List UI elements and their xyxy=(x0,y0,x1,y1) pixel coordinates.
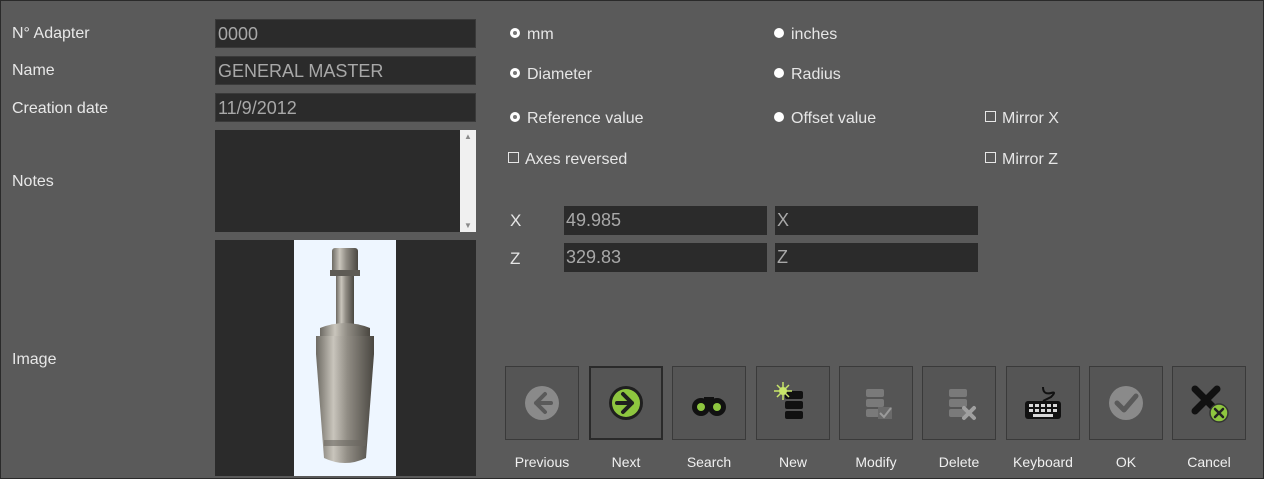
z-value-field[interactable]: 329.83 xyxy=(564,243,767,272)
delete-label: Delete xyxy=(938,454,980,470)
mirror-x-checkbox[interactable]: Mirror X xyxy=(985,110,1059,128)
name-label: Name xyxy=(12,62,55,79)
z-axis-label: Z xyxy=(510,249,521,268)
mirror-z-checkbox[interactable]: Mirror Z xyxy=(985,151,1058,169)
ok-button[interactable] xyxy=(1089,366,1163,440)
inches-label: inches xyxy=(791,26,838,43)
cancel-button[interactable] xyxy=(1172,366,1246,440)
radio-icon xyxy=(774,67,784,78)
adapter-label: N° Adapter xyxy=(12,25,90,42)
axes-reversed-label: Axes reversed xyxy=(525,151,628,168)
search-button[interactable] xyxy=(672,366,746,440)
scroll-up-icon[interactable]: ▲ xyxy=(464,132,472,141)
mm-label: mm xyxy=(527,26,554,43)
z-offset-field[interactable]: Z xyxy=(775,243,978,272)
keyboard-icon xyxy=(1025,386,1061,419)
x-offset-field[interactable]: X xyxy=(775,206,978,235)
image-panel[interactable] xyxy=(215,240,476,476)
next-button[interactable] xyxy=(589,366,663,440)
arrow-left-icon xyxy=(525,386,559,420)
radio-selected-icon xyxy=(510,111,520,122)
previous-label: Previous xyxy=(514,454,570,470)
new-label: New xyxy=(778,454,807,470)
offset-value-label: Offset value xyxy=(791,110,877,127)
notes-label: Notes xyxy=(12,173,54,190)
next-label: Next xyxy=(611,454,641,470)
diameter-label: Diameter xyxy=(527,66,592,83)
notes-scrollbar[interactable]: ▲ ▼ xyxy=(460,130,476,232)
notes-textarea[interactable]: ▲ ▼ xyxy=(215,130,476,232)
search-label: Search xyxy=(686,454,732,470)
axes-reversed-checkbox[interactable]: Axes reversed xyxy=(508,151,627,169)
modify-button[interactable] xyxy=(839,366,913,440)
radio-selected-icon xyxy=(510,67,520,78)
diameter-radio[interactable]: Diameter xyxy=(510,66,592,84)
scroll-down-icon[interactable]: ▼ xyxy=(464,221,472,230)
name-field[interactable]: GENERAL MASTER xyxy=(215,56,476,85)
arrow-right-icon xyxy=(609,386,643,420)
previous-button[interactable] xyxy=(505,366,579,440)
keyboard-label: Keyboard xyxy=(1013,454,1073,470)
binoculars-icon xyxy=(692,397,726,416)
unit-inches-radio[interactable]: inches xyxy=(774,26,837,44)
checkbox-icon xyxy=(508,152,519,164)
checkbox-icon xyxy=(985,111,996,123)
delete-record-icon xyxy=(949,389,976,420)
x-axis-label: X xyxy=(510,211,522,230)
cancel-icon xyxy=(1191,385,1229,423)
creation-date-field[interactable]: 11/9/2012 xyxy=(215,93,476,122)
reference-value-label: Reference value xyxy=(527,110,644,127)
tool-holder-icon xyxy=(316,248,374,463)
image-label: Image xyxy=(12,351,57,368)
keyboard-button[interactable] xyxy=(1006,366,1080,440)
unit-mm-radio[interactable]: mm xyxy=(510,26,554,44)
x-value-field[interactable]: 49.985 xyxy=(564,206,767,235)
radius-label: Radius xyxy=(791,66,841,83)
adapter-image xyxy=(294,240,396,476)
ok-label: OK xyxy=(1115,454,1137,470)
offset-value-radio[interactable]: Offset value xyxy=(774,110,876,128)
modify-record-icon xyxy=(866,389,892,419)
mirror-x-label: Mirror X xyxy=(1002,110,1059,127)
radius-radio[interactable]: Radius xyxy=(774,66,841,84)
radio-icon xyxy=(774,111,784,122)
modify-label: Modify xyxy=(855,454,897,470)
new-record-icon xyxy=(774,382,803,419)
delete-button[interactable] xyxy=(922,366,996,440)
reference-value-radio[interactable]: Reference value xyxy=(510,110,644,128)
new-button[interactable] xyxy=(756,366,830,440)
check-icon xyxy=(1109,386,1143,420)
creation-date-label: Creation date xyxy=(12,100,109,117)
radio-icon xyxy=(774,27,784,38)
adapter-number-field[interactable]: 0000 xyxy=(215,19,476,48)
radio-selected-icon xyxy=(510,27,520,38)
checkbox-icon xyxy=(985,152,996,164)
cancel-label: Cancel xyxy=(1187,454,1231,470)
mirror-z-label: Mirror Z xyxy=(1002,151,1058,168)
